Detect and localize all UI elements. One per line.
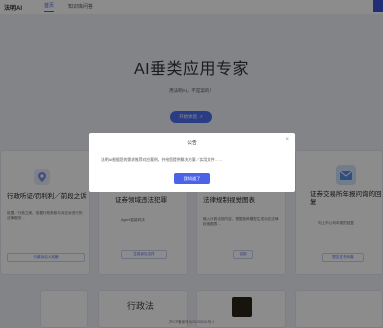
dialog-body: 法明AI根据您的需求推荐对应案例，并给您提供解决方案／实用文件…… [101,158,223,162]
dialog-title: 公告 [187,141,197,146]
announcement-dialog: 公告 × 法明AI根据您的需求推荐对应案例，并给您提供解决方案／实用文件…… 我… [89,133,295,192]
close-icon[interactable]: × [285,137,289,143]
acknowledge-button[interactable]: 我知道了 [174,173,210,184]
